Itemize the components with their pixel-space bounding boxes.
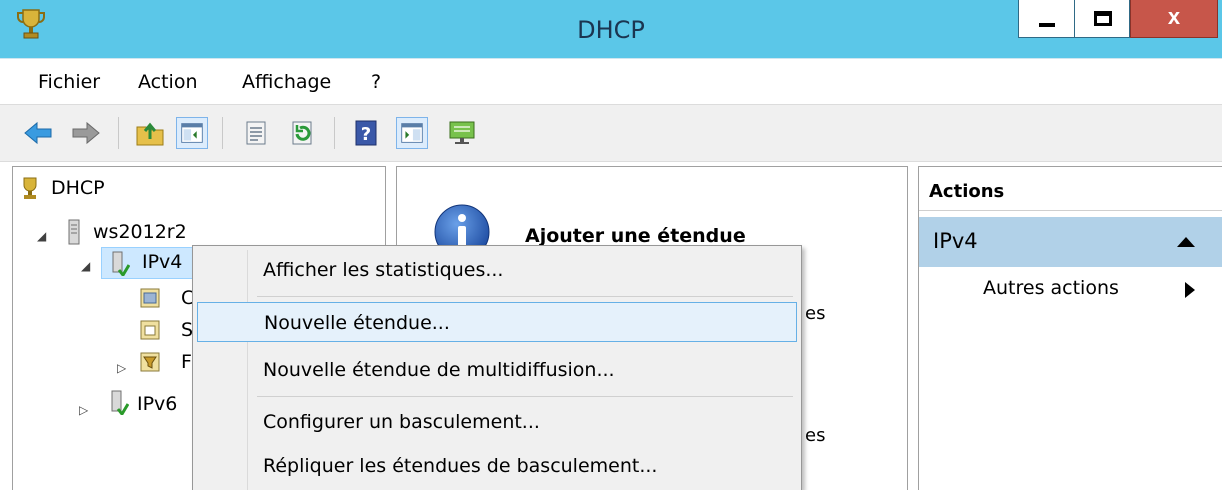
tree-item-label: DHCP	[51, 177, 105, 199]
dhcp-trophy-icon	[23, 177, 37, 199]
actions-header: Actions	[919, 167, 1222, 211]
maximize-button[interactable]	[1074, 0, 1130, 38]
center-heading: Ajouter une étendue	[525, 225, 746, 247]
scope-icon	[140, 288, 160, 308]
folder-icon	[140, 320, 160, 340]
menu-item-label: Répliquer les étendues de basculement...	[263, 455, 658, 477]
forward-arrow-icon[interactable]	[70, 117, 102, 149]
menu-fichier[interactable]: Fichier	[38, 71, 100, 93]
description-text: es	[805, 303, 826, 324]
menu-item-label: Nouvelle étendue...	[264, 312, 450, 334]
menu-action[interactable]: Action	[138, 71, 198, 93]
actions-pane: Actions IPv4 Autres actions	[918, 166, 1222, 490]
menu-item-afficher-statistiques[interactable]: Afficher les statistiques...	[197, 250, 797, 290]
more-actions-link[interactable]: Autres actions	[983, 277, 1119, 299]
collapse-arrow-icon[interactable]: ◢	[81, 259, 90, 273]
title-bar[interactable]: DHCP x	[0, 0, 1222, 58]
server-icon	[68, 219, 80, 245]
close-icon: x	[1167, 4, 1181, 29]
filter-icon	[140, 352, 160, 372]
show-hide-console-tree-icon[interactable]	[176, 117, 208, 149]
tree-item-dhcp[interactable]: DHCP	[51, 173, 105, 203]
back-arrow-icon[interactable]	[22, 117, 54, 149]
menu-item-label: Nouvelle étendue de multidiffusion...	[263, 359, 615, 381]
toolbar-separator	[118, 117, 119, 149]
menu-item-label: Afficher les statistiques...	[263, 259, 504, 281]
menu-item-repliquer-etendues[interactable]: Répliquer les étendues de basculement...	[197, 446, 797, 486]
monitor-icon[interactable]	[446, 117, 478, 149]
svg-text:?: ?	[361, 124, 371, 145]
actions-header-label: Actions	[929, 181, 1005, 202]
menu-item-configurer-basculement[interactable]: Configurer un basculement...	[197, 402, 797, 442]
tree-item-label: F	[181, 351, 192, 373]
menu-affichage[interactable]: Affichage	[242, 71, 331, 93]
menu-bar: Fichier Action Affichage ?	[0, 58, 1222, 104]
menu-separator	[257, 296, 793, 297]
toolbar-separator	[334, 117, 335, 149]
toolbar-separator	[222, 117, 223, 149]
tree-item-ipv4[interactable]: IPv4	[101, 247, 193, 279]
tree-item-label: IPv6	[137, 393, 178, 415]
menu-separator	[257, 396, 793, 397]
expand-arrow-icon[interactable]: ▷	[117, 361, 126, 375]
show-hide-action-pane-icon[interactable]	[396, 117, 428, 149]
tree-item-server[interactable]: ws2012r2	[93, 217, 187, 247]
tree-item-label: IPv4	[142, 251, 183, 273]
minimize-button[interactable]	[1018, 0, 1074, 38]
up-folder-icon[interactable]	[134, 117, 166, 149]
tree-item-label: ws2012r2	[93, 221, 187, 243]
context-menu: Afficher les statistiques... Nouvelle ét…	[192, 245, 802, 490]
tree-item-child[interactable]: F	[181, 347, 192, 377]
ipv4-node-icon	[112, 251, 130, 276]
ipv6-node-icon	[111, 390, 129, 415]
menu-help[interactable]: ?	[371, 71, 381, 93]
menu-item-label: Configurer un basculement...	[263, 411, 540, 433]
expand-arrow-icon[interactable]: ▷	[79, 403, 88, 417]
maximize-icon	[1094, 11, 1112, 26]
menu-item-nouvelle-etendue-multidiffusion[interactable]: Nouvelle étendue de multidiffusion...	[197, 350, 797, 390]
collapse-triangle-icon[interactable]	[1177, 237, 1195, 247]
help-icon[interactable]: ?	[350, 117, 382, 149]
close-button[interactable]: x	[1130, 0, 1218, 38]
description-text: es	[805, 425, 826, 446]
refresh-icon[interactable]	[286, 117, 318, 149]
properties-icon[interactable]	[240, 117, 272, 149]
toolbar: ?	[0, 104, 1222, 162]
submenu-arrow-icon[interactable]	[1185, 282, 1195, 298]
actions-section-ipv4[interactable]: IPv4	[919, 217, 1222, 267]
actions-section-label: IPv4	[933, 229, 978, 253]
menu-item-nouvelle-etendue[interactable]: Nouvelle étendue...	[197, 302, 797, 342]
collapse-arrow-icon[interactable]: ◢	[37, 229, 46, 243]
tree-item-ipv6[interactable]: IPv6	[137, 389, 177, 419]
minimize-icon	[1039, 23, 1055, 27]
